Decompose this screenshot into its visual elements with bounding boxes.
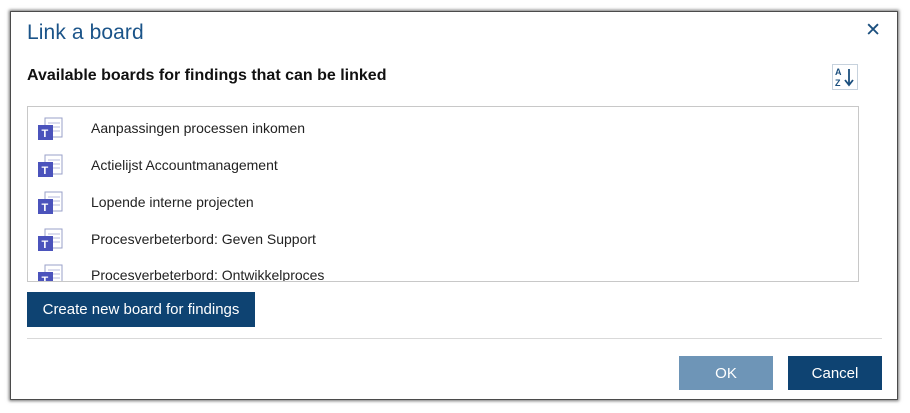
link-board-dialog: Link a board ✕ Available boards for find… [11, 12, 897, 399]
list-item-label: Procesverbeterbord: Ontwikkelproces [91, 267, 325, 282]
svg-text:A: A [835, 67, 842, 77]
list-item-label: Lopende interne projecten [91, 194, 254, 210]
board-list[interactable]: T Aanpassingen processen inkomen T Actie… [27, 106, 859, 282]
ok-button[interactable]: OK [679, 356, 773, 390]
divider [27, 338, 882, 339]
list-item-label: Procesverbeterbord: Geven Support [91, 231, 316, 247]
teams-board-icon: T [36, 189, 64, 217]
teams-board-icon: T [36, 152, 64, 180]
teams-board-icon: T [36, 115, 64, 143]
dialog-title: Link a board [27, 21, 144, 44]
list-item-label: Aanpassingen processen inkomen [91, 120, 306, 136]
close-icon[interactable]: ✕ [865, 21, 881, 40]
list-item[interactable]: T Aanpassingen processen inkomen [28, 111, 858, 147]
svg-text:T: T [42, 239, 49, 251]
cancel-button[interactable]: Cancel [788, 356, 882, 390]
sort-az-icon[interactable]: A Z [832, 64, 858, 90]
list-item[interactable]: T Actielijst Accountmanagement [28, 148, 858, 184]
teams-board-icon: T [36, 262, 64, 282]
svg-text:T: T [42, 202, 49, 214]
svg-text:T: T [42, 165, 49, 177]
svg-text:T: T [42, 128, 49, 140]
list-item[interactable]: T Lopende interne projecten [28, 185, 858, 221]
svg-text:Z: Z [835, 78, 841, 88]
list-item-label: Actielijst Accountmanagement [91, 157, 278, 173]
svg-text:T: T [42, 275, 49, 282]
list-item[interactable]: T Procesverbeterbord: Ontwikkelproces [28, 258, 858, 282]
teams-board-icon: T [36, 226, 64, 254]
list-item[interactable]: T Procesverbeterbord: Geven Support [28, 222, 858, 258]
create-board-button[interactable]: Create new board for findings [27, 292, 255, 327]
section-heading: Available boards for findings that can b… [27, 67, 387, 84]
